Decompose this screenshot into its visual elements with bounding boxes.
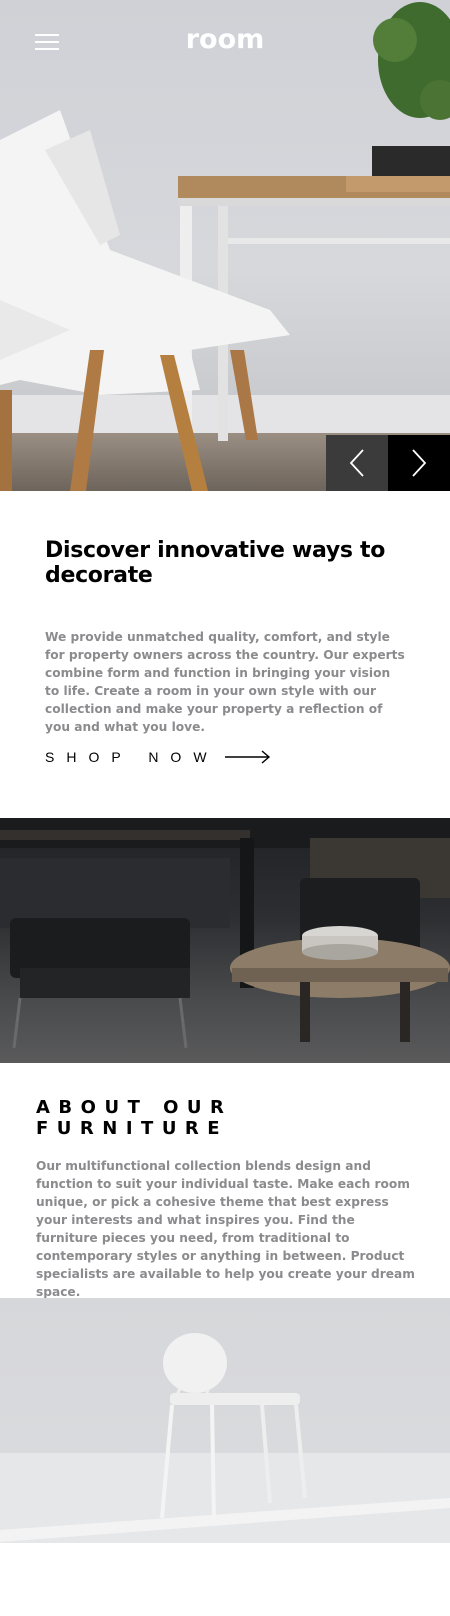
shop-now-link[interactable]: SHOP NOW xyxy=(45,749,271,765)
about-section: ABOUT OUR FURNITURE Our multifunctional … xyxy=(36,1097,416,1301)
intro-title: Discover innovative ways to decorate xyxy=(45,538,386,588)
chevron-left-icon xyxy=(349,449,364,477)
prev-slide-button[interactable] xyxy=(326,435,388,491)
chevron-right-icon xyxy=(412,449,427,477)
about-title: ABOUT OUR FURNITURE xyxy=(36,1097,233,1139)
dark-furniture-image xyxy=(0,818,450,1063)
arrow-right-icon xyxy=(224,750,270,764)
shop-now-label: SHOP NOW xyxy=(45,749,219,765)
hero-section: room xyxy=(0,0,450,491)
slider-controls xyxy=(326,435,450,491)
next-slide-button[interactable] xyxy=(388,435,450,491)
light-chair-image xyxy=(0,1298,450,1543)
hero-image xyxy=(0,2,450,491)
intro-section: Discover innovative ways to decorate We … xyxy=(45,538,405,736)
intro-body: We provide unmatched quality, comfort, a… xyxy=(45,630,405,734)
about-body: Our multifunctional collection blends de… xyxy=(36,1159,415,1299)
logo[interactable]: room xyxy=(0,24,450,55)
white-chair-illustration xyxy=(0,1333,450,1543)
dark-room-illustration xyxy=(0,818,450,1049)
